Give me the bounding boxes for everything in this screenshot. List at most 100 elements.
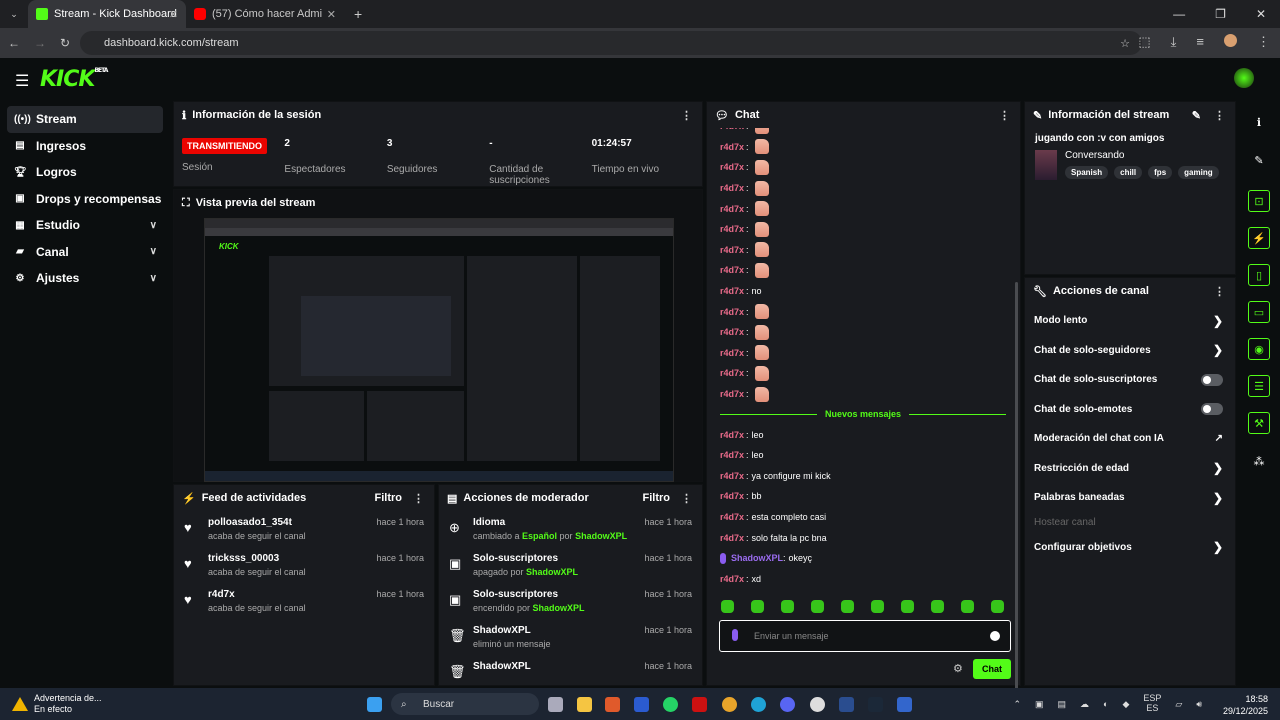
- back-icon[interactable]: ←: [8, 36, 20, 50]
- sidebar-item-ajustes[interactable]: ⚙ Ajustes ∨: [7, 265, 163, 292]
- chat-messages[interactable]: r4d7x: r4d7x: r4d7x: r4d7x: r4d7x: r4d7x: r4d7…: [707, 128, 1006, 589]
- windows-start-icon[interactable]: [367, 697, 382, 712]
- chat-username[interactable]: r4d7x: [720, 574, 744, 584]
- bookmark-star-icon[interactable]: ☆: [1120, 37, 1130, 50]
- more-options-icon[interactable]: ⋮: [413, 492, 424, 505]
- tray-app-icon[interactable]: ◐: [1103, 699, 1108, 713]
- quick-emote[interactable]: [931, 600, 944, 613]
- chat-username[interactable]: r4d7x: [720, 471, 744, 481]
- chat-username[interactable]: r4d7x: [720, 368, 744, 378]
- tray-app-icon[interactable]: ▤: [1058, 699, 1067, 713]
- wifi-icon[interactable]: ▱: [1175, 699, 1182, 713]
- sidebar-item-logros[interactable]: 🏆︎ Logros: [7, 159, 163, 186]
- tab-youtube[interactable]: (57) Cómo hacer Admin a una ✕: [186, 0, 344, 28]
- chat-bubble-icon[interactable]: ▭: [1248, 301, 1270, 323]
- chat-username[interactable]: r4d7x: [720, 128, 744, 131]
- quick-emote[interactable]: [841, 600, 854, 613]
- keyboard-lang[interactable]: ESP: [1143, 693, 1161, 703]
- chat-username[interactable]: r4d7x: [720, 162, 744, 172]
- chat-username[interactable]: r4d7x: [720, 224, 744, 234]
- discord-icon[interactable]: [780, 697, 795, 712]
- sidebar-item-canal[interactable]: ▰ Canal ∨: [7, 239, 163, 266]
- chat-username[interactable]: r4d7x: [720, 286, 744, 296]
- more-options-icon[interactable]: ⋮: [1214, 285, 1225, 298]
- user-avatar[interactable]: [1234, 68, 1254, 88]
- emoji-picker-icon[interactable]: [990, 631, 1000, 641]
- sidebar-item-stream[interactable]: ((•)) Stream: [7, 106, 163, 133]
- quick-emote[interactable]: [901, 600, 914, 613]
- taskbar-clock[interactable]: 18:58 29/12/2025: [1223, 693, 1268, 717]
- chat-username[interactable]: r4d7x: [720, 307, 744, 317]
- edit-icon[interactable]: ✎: [1192, 109, 1201, 122]
- action-goals[interactable]: Configurar objetivos ❯: [1025, 533, 1235, 563]
- action-ai-moderation[interactable]: Moderación del chat con IA ↗: [1025, 424, 1235, 454]
- edge-icon[interactable]: [751, 697, 766, 712]
- sidebar-item-estudio[interactable]: ▦ Estudio ∨: [7, 212, 163, 239]
- tab-kick-dashboard[interactable]: Stream - Kick Dashboard ✕: [28, 0, 186, 28]
- file-explorer-icon[interactable]: [577, 697, 592, 712]
- task-view-icon[interactable]: [548, 697, 563, 712]
- close-window-icon[interactable]: ✕: [1256, 7, 1266, 21]
- chat-username[interactable]: r4d7x: [720, 265, 744, 275]
- more-options-icon[interactable]: ⋮: [681, 492, 692, 505]
- forward-icon[interactable]: →: [34, 36, 46, 50]
- minimize-icon[interactable]: —: [1173, 7, 1185, 21]
- quick-emote[interactable]: [811, 600, 824, 613]
- wrench-icon[interactable]: ⚒: [1248, 412, 1270, 434]
- chat-username[interactable]: r4d7x: [720, 430, 744, 440]
- broadcast-icon[interactable]: ◉: [1248, 338, 1270, 360]
- download-icon[interactable]: ⤓: [1171, 34, 1177, 50]
- chat-username[interactable]: ShadowXPL: [731, 553, 783, 563]
- new-tab-icon[interactable]: +: [344, 6, 362, 22]
- chat-username[interactable]: r4d7x: [720, 389, 744, 399]
- action-banned-words[interactable]: Palabras baneadas ❯: [1025, 483, 1235, 513]
- chat-username[interactable]: r4d7x: [720, 512, 744, 522]
- chrome-icon[interactable]: [722, 697, 737, 712]
- action-followers-only[interactable]: Chat de solo-seguidores ❯: [1025, 336, 1235, 366]
- app-icon[interactable]: [839, 697, 854, 712]
- extensions-icon[interactable]: ⬚: [1138, 34, 1150, 50]
- chat-username[interactable]: r4d7x: [720, 245, 744, 255]
- action-slow-mode[interactable]: Modo lento ❯: [1025, 306, 1235, 336]
- chat-username[interactable]: r4d7x: [720, 450, 744, 460]
- close-tab-icon[interactable]: ✕: [169, 8, 178, 21]
- quick-emote[interactable]: [721, 600, 734, 613]
- hamburger-menu-icon[interactable]: ☰: [15, 71, 29, 91]
- quick-emote[interactable]: [751, 600, 764, 613]
- whatsapp-icon[interactable]: [663, 697, 678, 712]
- action-age-restriction[interactable]: Restricción de edad ❯: [1025, 454, 1235, 484]
- tab-search-icon[interactable]: ⌄: [0, 9, 28, 20]
- obs-icon[interactable]: [810, 697, 825, 712]
- steam-icon[interactable]: [868, 697, 883, 712]
- chat-username[interactable]: r4d7x: [720, 327, 744, 337]
- chat-settings-icon[interactable]: ⚙: [953, 662, 963, 675]
- filter-button[interactable]: Filtro: [643, 492, 671, 504]
- filter-button[interactable]: Filtro: [375, 492, 403, 504]
- chat-username[interactable]: r4d7x: [720, 491, 744, 501]
- send-chat-button[interactable]: Chat: [973, 659, 1011, 679]
- close-tab-icon[interactable]: ✕: [327, 8, 336, 21]
- kick-logo[interactable]: KICKBETA: [40, 67, 108, 92]
- reload-icon[interactable]: ↻: [60, 36, 70, 50]
- url-field[interactable]: dashboard.kick.com/stream ☆: [80, 31, 1142, 55]
- menu-dots-icon[interactable]: ⋮: [1257, 34, 1270, 50]
- sidebar-item-ingresos[interactable]: ▤ Ingresos: [7, 133, 163, 160]
- more-options-icon[interactable]: ⋮: [999, 109, 1010, 122]
- profile-icon[interactable]: [1224, 34, 1237, 47]
- netflix-icon[interactable]: [692, 697, 707, 712]
- chat-username[interactable]: r4d7x: [720, 142, 744, 152]
- sidebar-item-drops[interactable]: ▣ Drops y recompensas: [7, 186, 163, 213]
- volume-icon[interactable]: 🔊︎: [1196, 699, 1202, 713]
- pencil-icon[interactable]: ✎: [1247, 148, 1271, 172]
- more-options-icon[interactable]: ⋮: [681, 109, 692, 122]
- office-icon[interactable]: [605, 697, 620, 712]
- info-icon[interactable]: ℹ: [1247, 110, 1271, 134]
- document-icon[interactable]: ▯: [1248, 264, 1270, 286]
- quick-emote[interactable]: [991, 600, 1004, 613]
- tray-app-icon[interactable]: ▣: [1035, 699, 1044, 713]
- quick-emote[interactable]: [961, 600, 974, 613]
- chat-message-input[interactable]: Enviar un mensaje: [719, 620, 1011, 652]
- cloud-icon[interactable]: ☁: [1080, 699, 1089, 713]
- list-icon[interactable]: ☰: [1248, 375, 1270, 397]
- chat-username[interactable]: r4d7x: [720, 348, 744, 358]
